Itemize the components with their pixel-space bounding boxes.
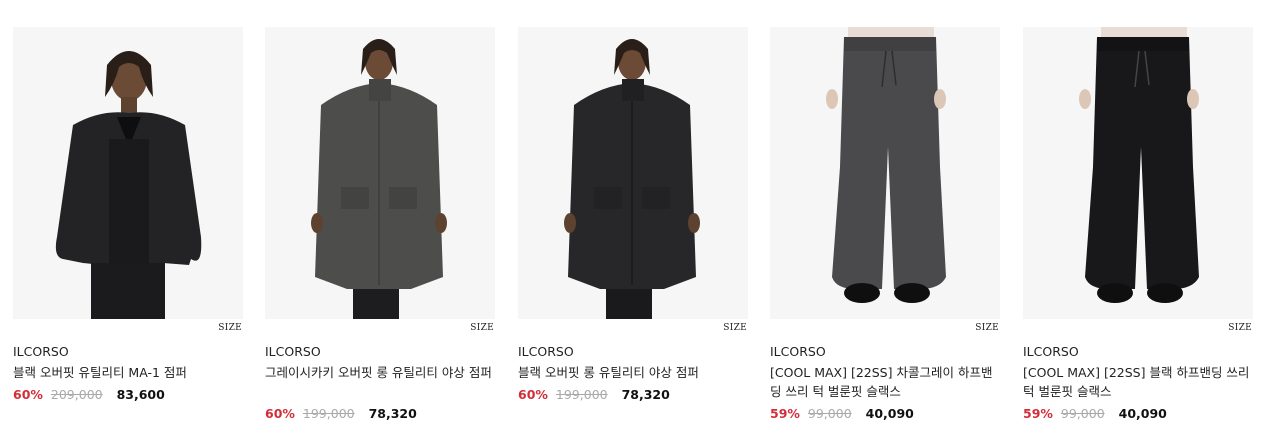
discount-rate: 59% (770, 406, 800, 421)
size-button[interactable]: SIZE (1228, 323, 1252, 333)
product-brand[interactable]: ILCORSO (1023, 344, 1079, 359)
product-name[interactable]: [COOL MAX] [22SS] 블랙 하프밴딩 쓰리 턱 벌룬핏 슬랙스 (1023, 363, 1255, 401)
discount-rate: 59% (1023, 406, 1053, 421)
product-card[interactable]: SIZE ILCORSO 그레이시카키 오버핏 롱 유틸리티 야상 점퍼 60%… (265, 27, 495, 421)
discount-rate: 60% (13, 387, 43, 402)
original-price: 199,000 (302, 406, 355, 421)
sale-price: 78,320 (368, 406, 417, 421)
size-button[interactable]: SIZE (723, 323, 747, 333)
product-brand[interactable]: ILCORSO (265, 344, 321, 359)
product-card[interactable]: SIZE ILCORSO [COOL MAX] [22SS] 차콜그레이 하프밴… (770, 27, 1000, 421)
product-image[interactable] (13, 27, 243, 319)
product-brand[interactable]: ILCORSO (770, 344, 826, 359)
product-name[interactable]: 그레이시카키 오버핏 롱 유틸리티 야상 점퍼 (265, 363, 497, 382)
price-row: 59% 99,000 40,090 (1023, 406, 1167, 421)
original-price: 209,000 (50, 387, 103, 402)
product-card[interactable]: SIZE ILCORSO 블랙 오버핏 롱 유틸리티 야상 점퍼 60% 199… (518, 27, 748, 402)
coat-product-image (265, 27, 495, 319)
discount-rate: 60% (265, 406, 295, 421)
product-grid: SIZE ILCORSO 블랙 오버핏 유틸리티 MA-1 점퍼 60% 209… (0, 0, 1267, 443)
price-row: 59% 99,000 40,090 (770, 406, 914, 421)
product-image[interactable] (265, 27, 495, 319)
sale-price: 78,320 (621, 387, 670, 402)
product-image[interactable] (770, 27, 1000, 319)
product-card[interactable]: SIZE ILCORSO 블랙 오버핏 유틸리티 MA-1 점퍼 60% 209… (13, 27, 243, 402)
original-price: 199,000 (555, 387, 608, 402)
sale-price: 40,090 (865, 406, 914, 421)
size-button[interactable]: SIZE (218, 323, 242, 333)
pants-product-image (1023, 27, 1253, 319)
original-price: 99,000 (807, 406, 852, 421)
product-image[interactable] (1023, 27, 1253, 319)
sale-price: 40,090 (1118, 406, 1167, 421)
size-button[interactable]: SIZE (470, 323, 494, 333)
product-image[interactable] (518, 27, 748, 319)
size-button[interactable]: SIZE (975, 323, 999, 333)
pants-product-image (770, 27, 1000, 319)
discount-rate: 60% (518, 387, 548, 402)
coat-product-image (518, 27, 748, 319)
price-row: 60% 199,000 78,320 (518, 387, 670, 402)
product-name[interactable]: 블랙 오버핏 롱 유틸리티 야상 점퍼 (518, 363, 750, 382)
product-card[interactable]: SIZE ILCORSO [COOL MAX] [22SS] 블랙 하프밴딩 쓰… (1023, 27, 1253, 421)
price-row: 60% 199,000 78,320 (265, 406, 417, 421)
jacket-product-image (13, 27, 243, 319)
product-brand[interactable]: ILCORSO (518, 344, 574, 359)
price-row: 60% 209,000 83,600 (13, 387, 165, 402)
product-name[interactable]: [COOL MAX] [22SS] 차콜그레이 하프밴딩 쓰리 턱 벌룬핏 슬랙… (770, 363, 1002, 401)
sale-price: 83,600 (116, 387, 165, 402)
original-price: 99,000 (1060, 406, 1105, 421)
product-brand[interactable]: ILCORSO (13, 344, 69, 359)
product-name[interactable]: 블랙 오버핏 유틸리티 MA-1 점퍼 (13, 363, 245, 382)
